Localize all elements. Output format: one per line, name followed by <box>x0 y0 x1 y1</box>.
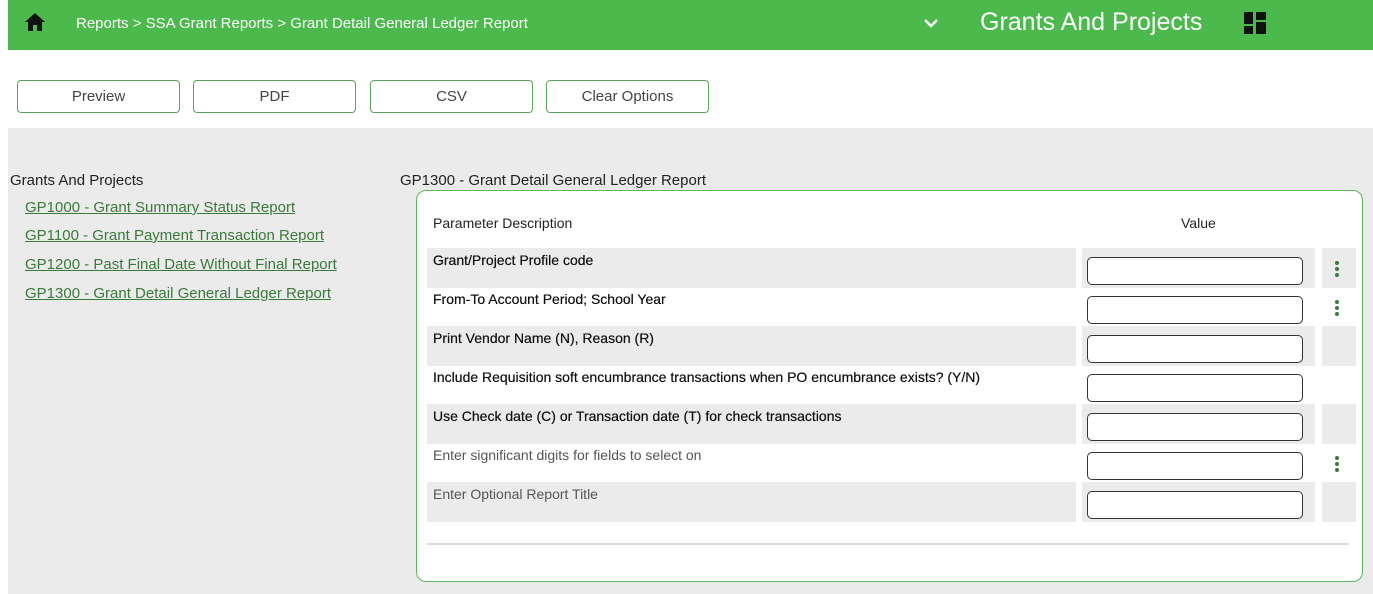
report-title: GP1300 - Grant Detail General Ledger Rep… <box>400 172 706 189</box>
kebab-menu-icon[interactable] <box>1334 261 1340 279</box>
chevron-down-icon[interactable] <box>922 14 940 32</box>
top-bar: Reports > SSA Grant Reports > Grant Deta… <box>8 0 1373 50</box>
home-icon[interactable] <box>24 12 46 32</box>
col-header-description: Parameter Description <box>433 215 573 231</box>
grid-menu-icon[interactable] <box>1244 12 1266 34</box>
leftnav-title: Grants And Projects <box>10 172 144 189</box>
param-value-cell <box>1082 365 1315 405</box>
leftnav-link-gp1200[interactable]: GP1200 - Past Final Date Without Final R… <box>25 256 337 273</box>
account-period-school-year-input[interactable] <box>1087 296 1303 324</box>
app-title: Grants And Projects <box>980 8 1203 36</box>
breadcrumb[interactable]: Reports > SSA Grant Reports > Grant Deta… <box>76 15 528 32</box>
csv-button[interactable]: CSV <box>370 80 533 113</box>
optional-report-title-input[interactable] <box>1087 491 1303 519</box>
param-row: Enter Optional Report Title <box>427 482 1356 522</box>
param-row: Use Check date (C) or Transaction date (… <box>427 404 1356 444</box>
parameter-panel: Parameter Description Value Grant/Projec… <box>416 190 1363 582</box>
kebab-menu-icon[interactable] <box>1334 300 1340 318</box>
param-label: From-To Account Period; School Year <box>433 291 666 307</box>
grant-project-profile-code-input[interactable] <box>1087 257 1303 285</box>
col-header-value: Value <box>1181 215 1216 231</box>
param-action-cell <box>1322 326 1356 366</box>
param-row: Enter significant digits for fields to s… <box>427 443 1349 483</box>
param-label: Grant/Project Profile code <box>427 248 1076 288</box>
param-row: Grant/Project Profile code <box>427 248 1356 288</box>
leftnav-link-gp1300[interactable]: GP1300 - Grant Detail General Ledger Rep… <box>25 285 331 302</box>
significant-digits-input[interactable] <box>1087 452 1303 480</box>
param-action-cell <box>1322 482 1356 522</box>
param-action-cell <box>1322 365 1356 405</box>
param-value-cell <box>1082 482 1315 522</box>
param-label: Include Requisition soft encumbrance tra… <box>433 369 981 385</box>
param-action-cell <box>1322 443 1356 483</box>
include-requisition-input[interactable] <box>1087 374 1303 402</box>
preview-button[interactable]: Preview <box>17 80 180 113</box>
kebab-menu-icon[interactable] <box>1334 456 1340 474</box>
param-action-cell <box>1322 404 1356 444</box>
check-or-transaction-date-input[interactable] <box>1087 413 1303 441</box>
param-value-cell <box>1082 248 1315 288</box>
param-action-cell <box>1322 287 1356 327</box>
param-label: Enter significant digits for fields to s… <box>433 447 702 463</box>
param-value-cell <box>1082 287 1315 327</box>
param-row: From-To Account Period; School Year <box>427 287 1349 327</box>
toolbar: Preview PDF CSV Clear Options <box>8 50 1373 128</box>
clear-options-button[interactable]: Clear Options <box>546 80 709 113</box>
divider <box>427 543 1349 545</box>
pdf-button[interactable]: PDF <box>193 80 356 113</box>
param-label: Print Vendor Name (N), Reason (R) <box>427 326 1076 366</box>
param-row: Include Requisition soft encumbrance tra… <box>427 365 1349 405</box>
leftnav-link-gp1000[interactable]: GP1000 - Grant Summary Status Report <box>25 199 295 216</box>
leftnav-link-gp1100[interactable]: GP1100 - Grant Payment Transaction Repor… <box>25 227 324 244</box>
param-value-cell <box>1082 326 1315 366</box>
param-row: Print Vendor Name (N), Reason (R) <box>427 326 1356 366</box>
param-label: Use Check date (C) or Transaction date (… <box>427 404 1076 444</box>
param-value-cell <box>1082 443 1315 483</box>
content-area: Grants And Projects GP1000 - Grant Summa… <box>8 128 1373 594</box>
param-action-cell <box>1322 248 1356 288</box>
param-value-cell <box>1082 404 1315 444</box>
print-vendor-name-input[interactable] <box>1087 335 1303 363</box>
param-label: Enter Optional Report Title <box>427 482 1076 522</box>
